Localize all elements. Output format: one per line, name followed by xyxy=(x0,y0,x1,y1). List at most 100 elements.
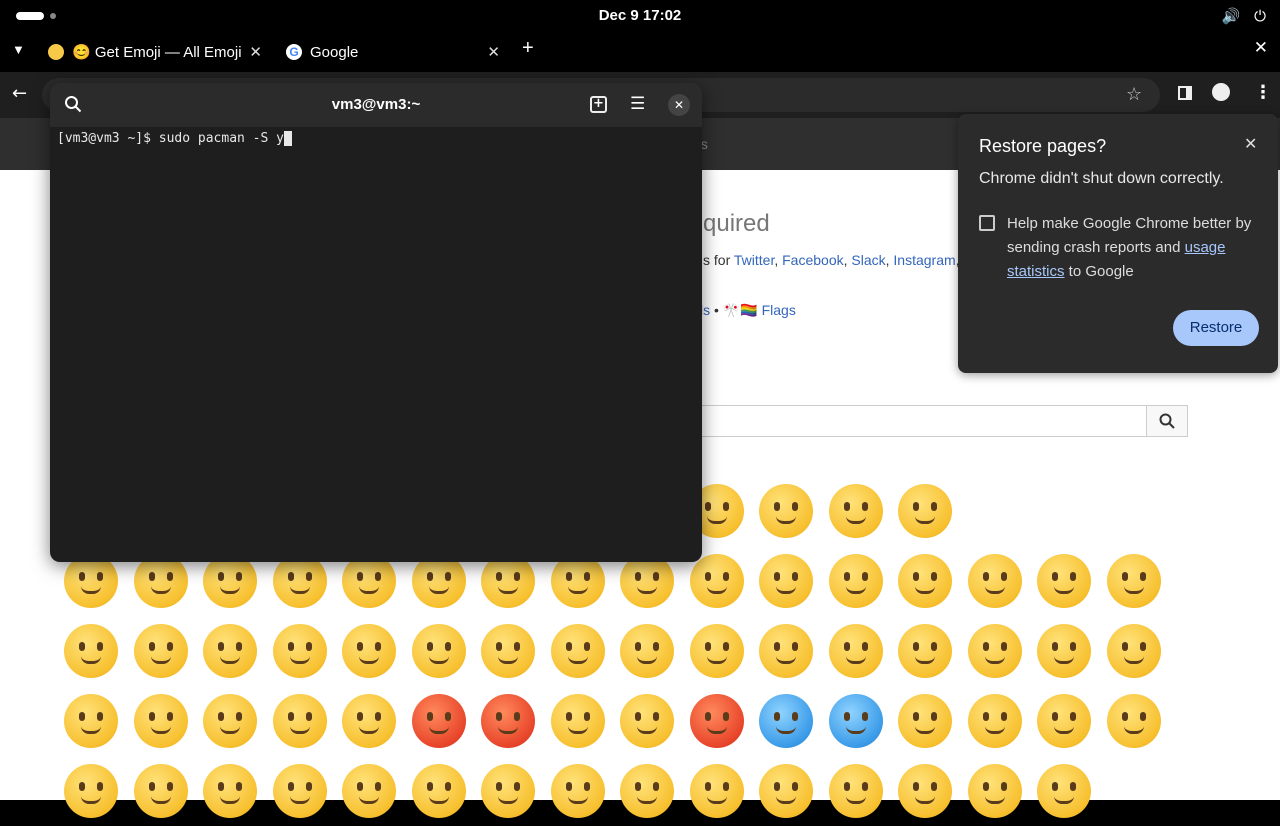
emoji-item[interactable] xyxy=(265,756,335,826)
terminal-output[interactable]: [vm3@vm3 ~]$ sudo pacman -S y xyxy=(57,131,292,146)
system-tray[interactable]: 🔊 ⏻ xyxy=(1221,7,1266,25)
emoji-item[interactable] xyxy=(612,686,682,756)
emoji-eye xyxy=(444,712,451,721)
hamburger-menu-icon[interactable]: ☰ xyxy=(630,94,645,114)
emoji-item[interactable] xyxy=(404,686,474,756)
link-slack[interactable]: Slack xyxy=(851,252,885,268)
emoji-item[interactable] xyxy=(1099,686,1169,756)
emoji-glyph xyxy=(898,624,952,678)
emoji-item[interactable] xyxy=(751,756,821,826)
emoji-item[interactable] xyxy=(404,756,474,826)
emoji-search-button[interactable] xyxy=(1146,405,1188,437)
tab-search-chevron-icon[interactable]: ▼ xyxy=(12,42,25,57)
emoji-item[interactable] xyxy=(751,616,821,686)
emoji-item[interactable] xyxy=(473,616,543,686)
new-tab-icon[interactable]: + xyxy=(590,96,607,113)
emoji-item[interactable] xyxy=(56,616,126,686)
emoji-item[interactable] xyxy=(1099,546,1169,616)
link-twitter[interactable]: Twitter xyxy=(734,252,774,268)
emoji-item[interactable] xyxy=(751,686,821,756)
emoji-item[interactable] xyxy=(890,686,960,756)
back-arrow-icon[interactable]: ← xyxy=(12,83,27,104)
tab-close-icon[interactable]: ✕ xyxy=(249,43,262,61)
emoji-item[interactable] xyxy=(821,616,891,686)
emoji-item[interactable] xyxy=(890,616,960,686)
emoji-item[interactable] xyxy=(195,756,265,826)
emoji-mouth xyxy=(637,586,657,594)
category-link-flags[interactable]: Flags xyxy=(762,302,796,318)
emoji-item[interactable] xyxy=(751,546,821,616)
tab-google[interactable]: G Google ✕ xyxy=(286,36,500,68)
tab-close-icon[interactable]: ✕ xyxy=(487,43,500,61)
emoji-item[interactable] xyxy=(473,686,543,756)
emoji-item[interactable] xyxy=(265,686,335,756)
emoji-item[interactable] xyxy=(890,476,960,546)
bookmark-star-icon[interactable]: ☆ xyxy=(1126,84,1142,105)
emoji-item[interactable] xyxy=(821,756,891,826)
emoji-item[interactable] xyxy=(334,756,404,826)
emoji-item[interactable] xyxy=(1029,686,1099,756)
emoji-item[interactable] xyxy=(960,756,1030,826)
tab-get-emoji[interactable]: 😊 Get Emoji — All Emoji ✕ xyxy=(48,36,262,68)
emoji-item[interactable] xyxy=(473,756,543,826)
power-icon[interactable]: ⏻ xyxy=(1254,7,1266,25)
emoji-item[interactable] xyxy=(960,686,1030,756)
close-icon[interactable]: ✕ xyxy=(668,94,690,116)
crash-report-checkbox[interactable] xyxy=(979,215,995,231)
window-close-button[interactable]: ✕ xyxy=(1254,38,1268,58)
close-icon[interactable]: ✕ xyxy=(1244,134,1257,154)
link-facebook[interactable]: Facebook xyxy=(782,252,843,268)
terminal-header-bar[interactable]: vm3@vm3:~ + ☰ ✕ xyxy=(50,83,702,127)
emoji-item[interactable] xyxy=(126,686,196,756)
emoji-item[interactable] xyxy=(821,686,891,756)
emoji-item[interactable] xyxy=(126,616,196,686)
emoji-item[interactable] xyxy=(682,616,752,686)
emoji-item[interactable] xyxy=(1029,546,1099,616)
restore-button[interactable]: Restore xyxy=(1173,310,1259,346)
emoji-glyph xyxy=(689,624,744,678)
emoji-glyph xyxy=(1106,624,1161,678)
emoji-item[interactable] xyxy=(890,756,960,826)
profile-avatar-icon[interactable] xyxy=(1212,83,1230,101)
emoji-item[interactable] xyxy=(821,546,891,616)
emoji-item[interactable] xyxy=(195,616,265,686)
emoji-item[interactable] xyxy=(612,756,682,826)
emoji-item[interactable] xyxy=(543,686,613,756)
emoji-item[interactable] xyxy=(1099,616,1169,686)
emoji-item[interactable] xyxy=(56,756,126,826)
emoji-glyph xyxy=(481,624,535,678)
clock[interactable]: Dec 9 17:02 xyxy=(0,7,1280,24)
emoji-item[interactable] xyxy=(682,756,752,826)
emoji-eye xyxy=(704,572,711,581)
emoji-eye xyxy=(1139,642,1146,651)
emoji-item[interactable] xyxy=(543,756,613,826)
emoji-eye xyxy=(79,642,85,651)
emoji-item[interactable] xyxy=(1029,616,1099,686)
new-tab-button[interactable]: + xyxy=(522,37,534,60)
emoji-item[interactable] xyxy=(56,686,126,756)
emoji-item[interactable] xyxy=(821,476,891,546)
volume-icon[interactable]: 🔊 xyxy=(1221,7,1240,25)
terminal-window[interactable]: vm3@vm3:~ + ☰ ✕ [vm3@vm3 ~]$ sudo pacman… xyxy=(50,83,702,562)
emoji-mouth xyxy=(150,656,171,664)
kebab-menu-icon[interactable]: ⋮ xyxy=(1254,82,1272,103)
emoji-item[interactable] xyxy=(334,616,404,686)
emoji-item[interactable] xyxy=(265,616,335,686)
emoji-search-input[interactable] xyxy=(690,405,1148,437)
emoji-item[interactable] xyxy=(890,546,960,616)
emoji-item[interactable] xyxy=(612,616,682,686)
emoji-glyph xyxy=(342,554,396,608)
emoji-item[interactable] xyxy=(682,686,752,756)
emoji-item[interactable] xyxy=(195,686,265,756)
emoji-item[interactable] xyxy=(334,686,404,756)
side-panel-icon[interactable] xyxy=(1178,86,1192,100)
emoji-item[interactable] xyxy=(1029,756,1099,826)
emoji-item[interactable] xyxy=(751,476,821,546)
link-instagram[interactable]: Instagram xyxy=(893,252,955,268)
emoji-eye xyxy=(97,782,103,791)
emoji-item[interactable] xyxy=(126,756,196,826)
emoji-item[interactable] xyxy=(404,616,474,686)
emoji-item[interactable] xyxy=(960,616,1030,686)
emoji-item[interactable] xyxy=(960,546,1030,616)
emoji-item[interactable] xyxy=(543,616,613,686)
